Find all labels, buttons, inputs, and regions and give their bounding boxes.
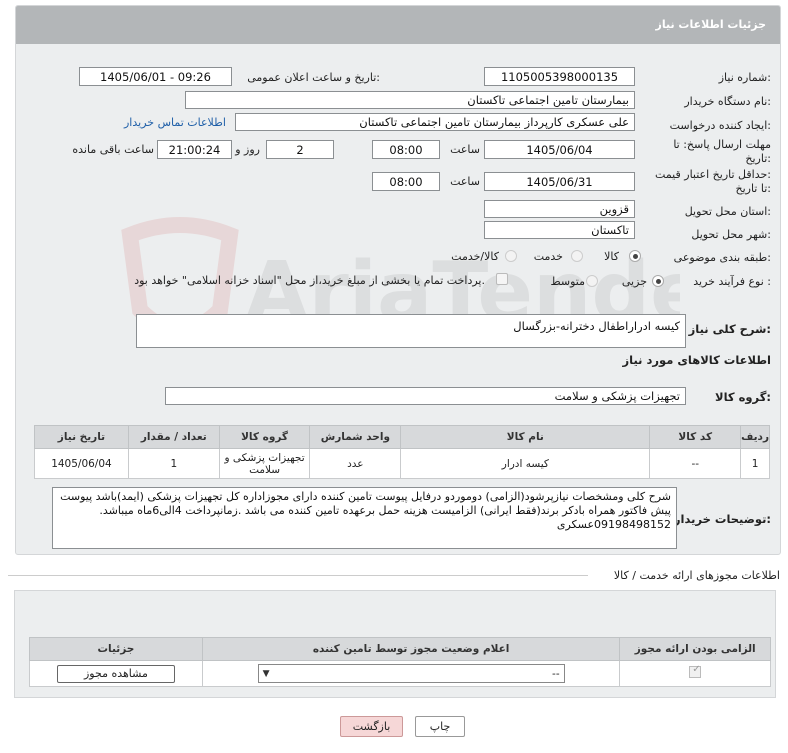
permits-table: الزامی بودن ارائه مجوز اعلام وضعیت مجوز … [29, 637, 771, 687]
deadline-time-label: ساعت [450, 143, 480, 156]
view-permit-button[interactable]: مشاهده مجوز [56, 664, 175, 683]
permits-divider [8, 575, 588, 576]
city-label: شهر محل تحویل: [691, 228, 771, 241]
deadline-label-date: تاریخ: [745, 152, 771, 165]
validity-label-date: تا تاریخ: [735, 182, 771, 195]
deadline-date-field: 1405/06/04 [484, 140, 635, 159]
cell-code: -- [649, 448, 742, 479]
permit-required-checkbox[interactable]: ✓ [689, 664, 702, 678]
validity-date-field: 1405/06/31 [484, 172, 635, 191]
buyer-org-label: نام دستگاه خریدار: [684, 95, 771, 108]
goods-table: ردیف کد کالا نام کالا واحد شمارش گروه کا… [34, 425, 770, 479]
buyer-org-field: بیمارستان تامین اجتماعی تاکستان [185, 91, 635, 109]
back-button[interactable]: بازگشت [340, 716, 403, 737]
permit-status-select[interactable]: -- ▼ [257, 664, 565, 683]
days-remaining-field: 2 [266, 140, 334, 159]
col-name: نام کالا [400, 425, 651, 449]
permits-table-header: الزامی بودن ارائه مجوز اعلام وضعیت مجوز … [29, 637, 771, 661]
validity-time-field: 08:00 [372, 172, 440, 191]
cell-need-date: 1405/06/04 [34, 448, 129, 479]
buyer-notes-text: شرح کلی ومشخصات نیازپرشود(الزامی) دومورد… [60, 490, 671, 531]
category-goods-service-radio[interactable] [505, 250, 517, 262]
validity-time-label: ساعت [450, 175, 480, 188]
goods-table-header: ردیف کد کالا نام کالا واحد شمارش گروه کا… [34, 425, 770, 449]
need-number-field: 1105005398000135 [484, 67, 635, 86]
cell-group: تجهیزات پزشکی و سلامت [218, 448, 311, 479]
city-field: تاکستان [484, 221, 635, 239]
chevron-down-icon: ▼ [262, 668, 270, 679]
summary-textarea[interactable]: کیسه ادراراطفال دخترانه-بزرگسال [136, 314, 686, 348]
print-button[interactable]: چاپ [415, 716, 465, 737]
permits-section-title: اطلاعات مجوزهای ارائه خدمت / کالا [613, 569, 780, 582]
category-service-radio[interactable] [571, 250, 583, 262]
category-goods-service-label: کالا/خدمت [451, 250, 499, 263]
table-row: 1 -- کیسه ادرار عدد تجهیزات پزشکی و سلام… [34, 448, 770, 479]
province-field: قزوین [484, 200, 635, 218]
need-number-label: شماره نیاز: [718, 71, 771, 84]
treasury-payment-note: پرداخت تمام یا بخشی از مبلغ خرید،از محل … [134, 274, 485, 287]
summary-label: شرح کلی نیاز: [688, 322, 771, 336]
cell-row: 1 [740, 448, 770, 479]
cell-unit: عدد [309, 448, 402, 479]
process-minor-radio[interactable] [652, 275, 664, 287]
remaining-time-label: ساعت باقی مانده [72, 143, 154, 156]
col-permit-details: جزئیات [29, 637, 203, 661]
remaining-time-field: 21:00:24 [157, 140, 232, 159]
process-type-label: نوع فرآیند خرید : [693, 275, 771, 288]
col-group: گروه کالا [218, 425, 311, 449]
buyer-notes-textarea[interactable]: شرح کلی ومشخصات نیازپرشود(الزامی) دومورد… [52, 487, 677, 549]
col-unit: واحد شمارش [309, 425, 402, 449]
validity-label: حداقل تاریخ اعتبار قیمت: [655, 168, 771, 181]
col-permit-required: الزامی بودن ارائه مجوز [619, 637, 771, 661]
cell-quantity: 1 [127, 448, 220, 479]
summary-text: کیسه ادراراطفال دخترانه-بزرگسال [513, 319, 680, 333]
process-medium-label: متوسط [550, 275, 585, 288]
goods-group-label: گروه کالا: [715, 390, 771, 404]
panel-title: جزئیات اطلاعات نیاز [655, 18, 767, 31]
deadline-time-field: 08:00 [372, 140, 440, 159]
category-service-label: خدمت [533, 250, 563, 263]
creator-field: علی عسکری کارپرداز بیمارستان تامین اجتما… [235, 113, 635, 131]
buyer-contact-link[interactable]: اطلاعات تماس خریدار [124, 116, 226, 129]
days-label: روز و [235, 143, 260, 156]
category-label: طبقه بندی موضوعی: [673, 251, 771, 264]
cell-permit-required: ✓ [619, 660, 771, 687]
cell-name: کیسه ادرار [400, 448, 651, 479]
creator-label: ایجاد کننده درخواست: [669, 119, 771, 132]
col-code: کد کالا [649, 425, 742, 449]
announce-date-field: 1405/06/01 - 09:26 [79, 67, 232, 86]
category-goods-label: کالا [604, 250, 619, 263]
province-label: استان محل تحویل: [684, 205, 771, 218]
col-quantity: تعداد / مقدار [127, 425, 220, 449]
cell-permit-status: -- ▼ [201, 660, 621, 687]
permit-status-value: -- [552, 667, 560, 680]
process-minor-label: جزیی [621, 275, 647, 288]
col-need-date: تاریخ نیاز [34, 425, 129, 449]
table-row: ✓ -- ▼ مشاهده مجوز [29, 660, 771, 687]
deadline-label: مهلت ارسال پاسخ: تا [673, 138, 771, 151]
goods-group-field: تجهیزات پزشکی و سلامت [165, 387, 686, 405]
process-medium-radio[interactable] [586, 275, 598, 287]
cell-permit-details: مشاهده مجوز [29, 660, 203, 687]
announce-date-label: تاریخ و ساعت اعلان عمومی: [247, 71, 380, 84]
goods-section-title: اطلاعات کالاهای مورد نیاز [622, 353, 771, 367]
treasury-payment-checkbox[interactable] [496, 273, 508, 285]
check-icon: ✓ [692, 664, 701, 675]
buyer-notes-label: توضیحات خریدار: [673, 512, 771, 526]
col-row: ردیف [740, 425, 770, 449]
category-goods-radio[interactable] [629, 250, 641, 262]
col-permit-status: اعلام وضعیت مجوز توسط تامین کننده [201, 637, 621, 661]
